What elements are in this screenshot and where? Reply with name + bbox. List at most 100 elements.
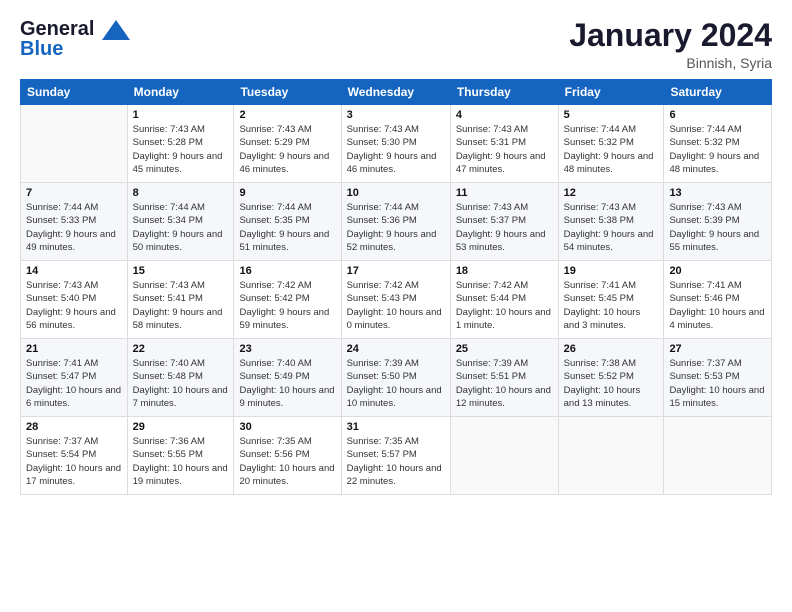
day-info: Sunrise: 7:42 AMSunset: 5:43 PMDaylight:… — [347, 279, 445, 332]
calendar-cell: 6 Sunrise: 7:44 AMSunset: 5:32 PMDaylight… — [664, 105, 772, 183]
calendar-cell: 25 Sunrise: 7:39 AMSunset: 5:51 PMDayligh… — [450, 339, 558, 417]
day-info: Sunrise: 7:35 AMSunset: 5:56 PMDaylight:… — [239, 435, 335, 488]
day-number: 24 — [347, 343, 445, 355]
day-info: Sunrise: 7:41 AMSunset: 5:46 PMDaylight:… — [669, 279, 766, 332]
calendar-cell: 8 Sunrise: 7:44 AMSunset: 5:34 PMDaylight… — [127, 183, 234, 261]
calendar-cell: 23Sunrise: 7:40 AMSunset: 5:49 PMDayligh… — [234, 339, 341, 417]
calendar-cell: 31 Sunrise: 7:35 AMSunset: 5:57 PMDayligh… — [341, 417, 450, 495]
day-info: Sunrise: 7:40 AMSunset: 5:48 PMDaylight:… — [133, 357, 229, 410]
calendar-cell: 22Sunrise: 7:40 AMSunset: 5:48 PMDayligh… — [127, 339, 234, 417]
calendar-cell: 28 Sunrise: 7:37 AMSunset: 5:54 PMDayligh… — [21, 417, 128, 495]
day-number: 3 — [347, 109, 445, 121]
calendar-cell: 15 Sunrise: 7:43 AMSunset: 5:41 PMDayligh… — [127, 261, 234, 339]
day-info: Sunrise: 7:43 AMSunset: 5:37 PMDaylight:… — [456, 201, 553, 254]
day-number: 11 — [456, 187, 553, 199]
calendar-cell — [21, 105, 128, 183]
calendar-cell: 21Sunrise: 7:41 AMSunset: 5:47 PMDayligh… — [21, 339, 128, 417]
calendar-cell: 9 Sunrise: 7:44 AMSunset: 5:35 PMDaylight… — [234, 183, 341, 261]
day-number: 29 — [133, 421, 229, 433]
calendar-cell: 27 Sunrise: 7:37 AMSunset: 5:53 PMDayligh… — [664, 339, 772, 417]
calendar-cell: 19 Sunrise: 7:41 AMSunset: 5:45 PMDayligh… — [558, 261, 664, 339]
day-number: 13 — [669, 187, 766, 199]
calendar-cell: 7Sunrise: 7:44 AMSunset: 5:33 PMDaylight… — [21, 183, 128, 261]
day-number: 26 — [564, 343, 659, 355]
calendar-cell: 16 Sunrise: 7:42 AMSunset: 5:42 PMDayligh… — [234, 261, 341, 339]
day-info: Sunrise: 7:43 AMSunset: 5:28 PMDaylight:… — [133, 123, 229, 176]
day-info: Sunrise: 7:44 AMSunset: 5:32 PMDaylight:… — [669, 123, 766, 176]
day-number: 18 — [456, 265, 553, 277]
calendar-cell — [450, 417, 558, 495]
day-header-monday: Monday — [127, 80, 234, 105]
logo-text: General — [20, 18, 130, 40]
day-info: Sunrise: 7:43 AMSunset: 5:38 PMDaylight:… — [564, 201, 659, 254]
day-number: 19 — [564, 265, 659, 277]
day-info: Sunrise: 7:38 AMSunset: 5:52 PMDaylight:… — [564, 357, 659, 410]
day-info: Sunrise: 7:43 AMSunset: 5:41 PMDaylight:… — [133, 279, 229, 332]
day-number: 15 — [133, 265, 229, 277]
day-info: Sunrise: 7:43 AMSunset: 5:30 PMDaylight:… — [347, 123, 445, 176]
day-number: 16 — [239, 265, 335, 277]
day-info: Sunrise: 7:44 AMSunset: 5:36 PMDaylight:… — [347, 201, 445, 254]
day-info: Sunrise: 7:39 AMSunset: 5:51 PMDaylight:… — [456, 357, 553, 410]
calendar-cell: 12Sunrise: 7:43 AMSunset: 5:38 PMDayligh… — [558, 183, 664, 261]
day-info: Sunrise: 7:41 AMSunset: 5:47 PMDaylight:… — [26, 357, 122, 410]
calendar-cell: 29 Sunrise: 7:36 AMSunset: 5:55 PMDayligh… — [127, 417, 234, 495]
location: Binnish, Syria — [569, 55, 772, 71]
day-info: Sunrise: 7:39 AMSunset: 5:50 PMDaylight:… — [347, 357, 445, 410]
day-number: 6 — [669, 109, 766, 121]
day-info: Sunrise: 7:42 AMSunset: 5:42 PMDaylight:… — [239, 279, 335, 332]
logo-general: General — [20, 18, 94, 40]
day-info: Sunrise: 7:44 AMSunset: 5:34 PMDaylight:… — [133, 201, 229, 254]
day-number: 2 — [239, 109, 335, 121]
calendar-cell — [558, 417, 664, 495]
calendar-cell: 18 Sunrise: 7:42 AMSunset: 5:44 PMDayligh… — [450, 261, 558, 339]
day-number: 7 — [26, 187, 122, 199]
day-header-friday: Friday — [558, 80, 664, 105]
calendar-header-row: SundayMondayTuesdayWednesdayThursdayFrid… — [21, 80, 772, 105]
day-number: 9 — [239, 187, 335, 199]
day-info: Sunrise: 7:37 AMSunset: 5:53 PMDaylight:… — [669, 357, 766, 410]
day-number: 5 — [564, 109, 659, 121]
day-info: Sunrise: 7:35 AMSunset: 5:57 PMDaylight:… — [347, 435, 445, 488]
calendar-cell — [664, 417, 772, 495]
month-title: January 2024 — [569, 18, 772, 53]
week-row-5: 28 Sunrise: 7:37 AMSunset: 5:54 PMDayligh… — [21, 417, 772, 495]
day-info: Sunrise: 7:41 AMSunset: 5:45 PMDaylight:… — [564, 279, 659, 332]
day-header-thursday: Thursday — [450, 80, 558, 105]
calendar-cell: 14 Sunrise: 7:43 AMSunset: 5:40 PMDayligh… — [21, 261, 128, 339]
day-info: Sunrise: 7:43 AMSunset: 5:40 PMDaylight:… — [26, 279, 122, 332]
calendar-cell: 24 Sunrise: 7:39 AMSunset: 5:50 PMDayligh… — [341, 339, 450, 417]
page: General Blue January 2024 Binnish, Syria… — [0, 0, 792, 612]
day-number: 27 — [669, 343, 766, 355]
calendar-cell: 1 Sunrise: 7:43 AMSunset: 5:28 PMDaylight… — [127, 105, 234, 183]
header: General Blue January 2024 Binnish, Syria — [20, 18, 772, 71]
week-row-1: 1 Sunrise: 7:43 AMSunset: 5:28 PMDaylight… — [21, 105, 772, 183]
title-block: January 2024 Binnish, Syria — [569, 18, 772, 71]
day-number: 4 — [456, 109, 553, 121]
day-number: 14 — [26, 265, 122, 277]
day-info: Sunrise: 7:44 AMSunset: 5:35 PMDaylight:… — [239, 201, 335, 254]
day-number: 31 — [347, 421, 445, 433]
day-number: 10 — [347, 187, 445, 199]
day-number: 8 — [133, 187, 229, 199]
calendar-cell: 26 Sunrise: 7:38 AMSunset: 5:52 PMDayligh… — [558, 339, 664, 417]
day-header-wednesday: Wednesday — [341, 80, 450, 105]
logo-blue: Blue — [20, 38, 130, 60]
calendar-cell: 11 Sunrise: 7:43 AMSunset: 5:37 PMDayligh… — [450, 183, 558, 261]
day-info: Sunrise: 7:37 AMSunset: 5:54 PMDaylight:… — [26, 435, 122, 488]
day-info: Sunrise: 7:44 AMSunset: 5:32 PMDaylight:… — [564, 123, 659, 176]
day-info: Sunrise: 7:36 AMSunset: 5:55 PMDaylight:… — [133, 435, 229, 488]
calendar-table: SundayMondayTuesdayWednesdayThursdayFrid… — [20, 79, 772, 495]
day-number: 25 — [456, 343, 553, 355]
calendar-cell: 2Sunrise: 7:43 AMSunset: 5:29 PMDaylight… — [234, 105, 341, 183]
calendar-cell: 17Sunrise: 7:42 AMSunset: 5:43 PMDayligh… — [341, 261, 450, 339]
calendar-cell: 3 Sunrise: 7:43 AMSunset: 5:30 PMDaylight… — [341, 105, 450, 183]
day-header-sunday: Sunday — [21, 80, 128, 105]
day-number: 1 — [133, 109, 229, 121]
day-info: Sunrise: 7:42 AMSunset: 5:44 PMDaylight:… — [456, 279, 553, 332]
calendar-cell: 4Sunrise: 7:43 AMSunset: 5:31 PMDaylight… — [450, 105, 558, 183]
day-number: 28 — [26, 421, 122, 433]
logo: General Blue — [20, 18, 130, 60]
week-row-2: 7Sunrise: 7:44 AMSunset: 5:33 PMDaylight… — [21, 183, 772, 261]
day-header-saturday: Saturday — [664, 80, 772, 105]
